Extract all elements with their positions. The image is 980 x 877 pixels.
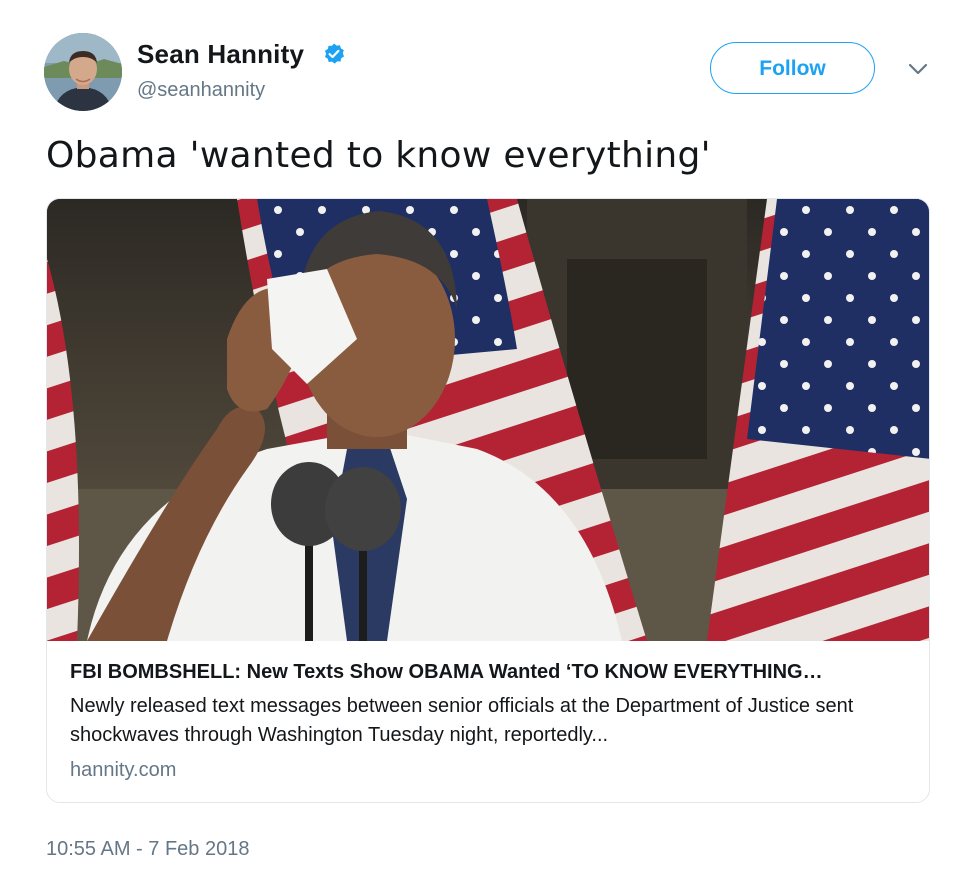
avatar-photo	[44, 33, 122, 111]
card-description: Newly released text messages between sen…	[70, 695, 854, 746]
avatar[interactable]	[44, 33, 122, 111]
card-domain: hannity.com	[70, 759, 177, 781]
link-card[interactable]: FBI BOMBSHELL: New Texts Show OBAMA Want…	[46, 198, 930, 803]
tweet-text: Obama 'wanted to know everything'	[46, 135, 711, 176]
author-handle[interactable]: @seanhannity	[137, 79, 265, 102]
chevron-down-icon[interactable]	[905, 58, 931, 80]
card-title[interactable]: FBI BOMBSHELL: New Texts Show OBAMA Want…	[70, 661, 915, 684]
tweet-timestamp[interactable]: 10:55 AM - 7 Feb 2018	[46, 838, 249, 861]
follow-button[interactable]: Follow	[710, 42, 875, 94]
card-image[interactable]	[47, 199, 929, 641]
author-name[interactable]: Sean Hannity	[137, 39, 304, 70]
verified-badge-icon	[325, 43, 344, 64]
tweet: Sean Hannity @seanhannity Follow Obama '…	[0, 0, 980, 877]
